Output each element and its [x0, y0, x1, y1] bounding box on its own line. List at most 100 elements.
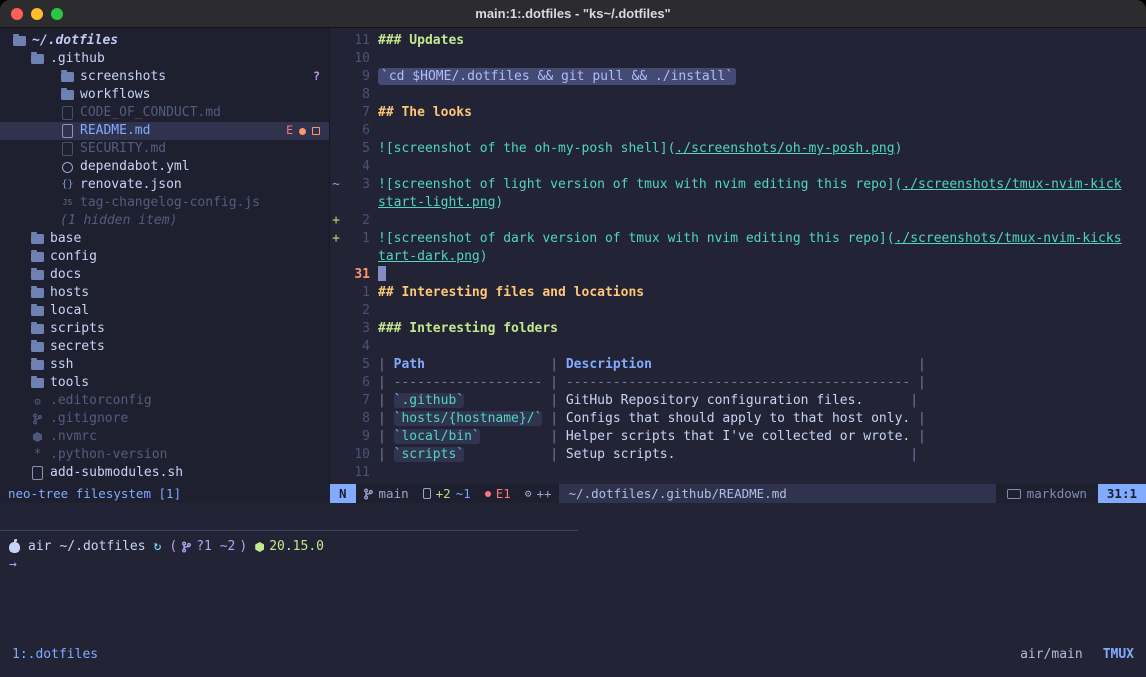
folder-icon	[30, 304, 45, 318]
tree-item-workflows[interactable]: workflows	[0, 86, 329, 104]
line-number: 7	[342, 104, 370, 122]
editor-pane[interactable]: 11### Updates109`cd $HOME/.dotfiles && g…	[330, 28, 1146, 484]
editor-line[interactable]: 10 | `scripts` | Setup scripts. |	[330, 446, 1146, 464]
editor-line[interactable]: 11	[330, 464, 1146, 482]
editor-line[interactable]: 1## Interesting files and locations	[330, 284, 1146, 302]
editor-line[interactable]: +2	[330, 212, 1146, 230]
tree-item-dependabot-yml[interactable]: dependabot.yml	[0, 158, 329, 176]
editor-line[interactable]: 3### Interesting folders	[330, 320, 1146, 338]
line-content: | Path | Description |	[378, 356, 1146, 374]
tcode-segment: `local/bin`	[394, 429, 480, 444]
minimize-button[interactable]	[31, 8, 43, 20]
line-number: 4	[342, 158, 370, 176]
prompt-arrow: →	[9, 556, 1146, 574]
editor-line[interactable]: 10	[330, 50, 1146, 68]
tree-item-ssh[interactable]: ssh	[0, 356, 329, 374]
tree-item-secrets[interactable]: secrets	[0, 338, 329, 356]
line-number: 3	[342, 176, 370, 194]
link-segment: ![screenshot of the oh-my-posh shell](	[378, 141, 675, 156]
folder-icon	[60, 70, 75, 84]
tree-item-screenshots[interactable]: screenshots?	[0, 68, 329, 86]
tree-item-label: tag-changelog-config.js	[80, 194, 260, 212]
editor-line[interactable]: 8	[330, 86, 1146, 104]
url-segment: ./screenshots/tmux-nvim-kick	[902, 177, 1121, 192]
zoom-button[interactable]	[51, 8, 63, 20]
editor-line[interactable]: start-light.png)	[330, 194, 1146, 212]
line-content	[378, 338, 1146, 356]
gutter-sign: +	[330, 230, 342, 248]
tree-item-1-hidden-item[interactable]: (1 hidden item)	[0, 212, 329, 230]
statusline-git: main	[356, 484, 416, 503]
editor-line[interactable]: 9`cd $HOME/.dotfiles && git pull && ./in…	[330, 68, 1146, 86]
tree-item-label: scripts	[50, 320, 105, 338]
editor-line[interactable]: 31	[330, 266, 1146, 284]
editor-line[interactable]: 4	[330, 158, 1146, 176]
editor-line[interactable]: 6	[330, 122, 1146, 140]
editor-line[interactable]: 7## The looks	[330, 104, 1146, 122]
editor-line[interactable]: ~3![screenshot of light version of tmux …	[330, 176, 1146, 194]
editor-line[interactable]: 6| ------------------- | ---------------…	[330, 374, 1146, 392]
line-content	[378, 86, 1146, 104]
tree-item-hosts[interactable]: hosts	[0, 284, 329, 302]
editor-line[interactable]: 4	[330, 338, 1146, 356]
shell-prompt[interactable]: air ~/.dotfiles ↻ ( ?1 ~2 ) 20.15.0	[9, 538, 1146, 556]
gutter-sign	[330, 464, 342, 482]
circle-icon	[60, 160, 75, 174]
tree-item-docs[interactable]: docs	[0, 266, 329, 284]
line-number: 31	[342, 266, 370, 284]
editor-line[interactable]: 2	[330, 302, 1146, 320]
editor-line[interactable]: 5![screenshot of the oh-my-posh shell](.…	[330, 140, 1146, 158]
doc-icon	[60, 124, 75, 138]
editor-line[interactable]: 11### Updates	[330, 32, 1146, 50]
close-button[interactable]	[11, 8, 23, 20]
tree-item-tag-changelog-config-js[interactable]: JStag-changelog-config.js	[0, 194, 329, 212]
tp-segment: | ------------------- | ----------------…	[378, 375, 926, 390]
editor-line[interactable]: 7| `.github` | GitHub Repository configu…	[330, 392, 1146, 410]
git-branch-icon	[181, 541, 192, 553]
tree-item-scripts[interactable]: scripts	[0, 320, 329, 338]
td-segment: GitHub Repository configuration files.	[566, 393, 863, 408]
tree-item-add-submodules-sh[interactable]: add-submodules.sh	[0, 464, 329, 482]
neo-tree-panel[interactable]: ~/.dotfiles.githubscreenshots?workflowsC…	[0, 28, 330, 484]
editor-line[interactable]: 8| `hosts/{hostname}/` | Configs that sh…	[330, 410, 1146, 428]
gutter-sign	[330, 428, 342, 446]
folder-icon	[30, 322, 45, 336]
folder-open-icon	[30, 52, 45, 66]
tree-item-label: secrets	[50, 338, 105, 356]
branch-name: main	[379, 485, 409, 503]
tree-item-config[interactable]: config	[0, 248, 329, 266]
statusline-flags: ⚙ ++	[518, 484, 559, 503]
tree-item-dotfiles[interactable]: ~/.dotfiles	[0, 32, 329, 50]
tree-item-gitignore[interactable]: .gitignore	[0, 410, 329, 428]
tree-item-label: add-submodules.sh	[50, 464, 183, 482]
link-segment: )	[480, 249, 488, 264]
shell-pane[interactable]: air ~/.dotfiles ↻ ( ?1 ~2 ) 20.15.0 →	[0, 503, 1146, 645]
line-content: | `local/bin` | Helper scripts that I've…	[378, 428, 1146, 446]
tree-item-security-md[interactable]: SECURITY.md	[0, 140, 329, 158]
url-segment: tart-dark.png	[378, 249, 480, 264]
line-content	[378, 212, 1146, 230]
line-number	[342, 194, 370, 212]
editor-line[interactable]: +1![screenshot of dark version of tmux w…	[330, 230, 1146, 248]
gutter-sign	[330, 122, 342, 140]
tree-item-python-version[interactable]: *.python-version	[0, 446, 329, 464]
line-content: | `scripts` | Setup scripts. |	[378, 446, 1146, 464]
tp-segment: |	[480, 429, 566, 444]
editor-line[interactable]: 5| Path | Description |	[330, 356, 1146, 374]
neotree-statusline: neo-tree filesystem [1]	[0, 484, 330, 503]
tree-item-readme-md[interactable]: README.mdE	[0, 122, 329, 140]
tree-item-renovate-json[interactable]: {}renovate.json	[0, 176, 329, 194]
tree-item-code-of-conduct-md[interactable]: CODE_OF_CONDUCT.md	[0, 104, 329, 122]
line-number: 10	[342, 50, 370, 68]
tree-item-base[interactable]: base	[0, 230, 329, 248]
tree-item-local[interactable]: local	[0, 302, 329, 320]
tmux-window-item[interactable]: 1:.dotfiles	[12, 646, 98, 664]
line-number: 10	[342, 446, 370, 464]
tree-item-github[interactable]: .github	[0, 50, 329, 68]
tree-item-tools[interactable]: tools	[0, 374, 329, 392]
tree-item-editorconfig[interactable]: ⚙.editorconfig	[0, 392, 329, 410]
tree-item-nvmrc[interactable]: .nvmrc	[0, 428, 329, 446]
git-untracked-badge: ?	[313, 71, 320, 83]
editor-line[interactable]: tart-dark.png)	[330, 248, 1146, 266]
editor-line[interactable]: 9| `local/bin` | Helper scripts that I'v…	[330, 428, 1146, 446]
